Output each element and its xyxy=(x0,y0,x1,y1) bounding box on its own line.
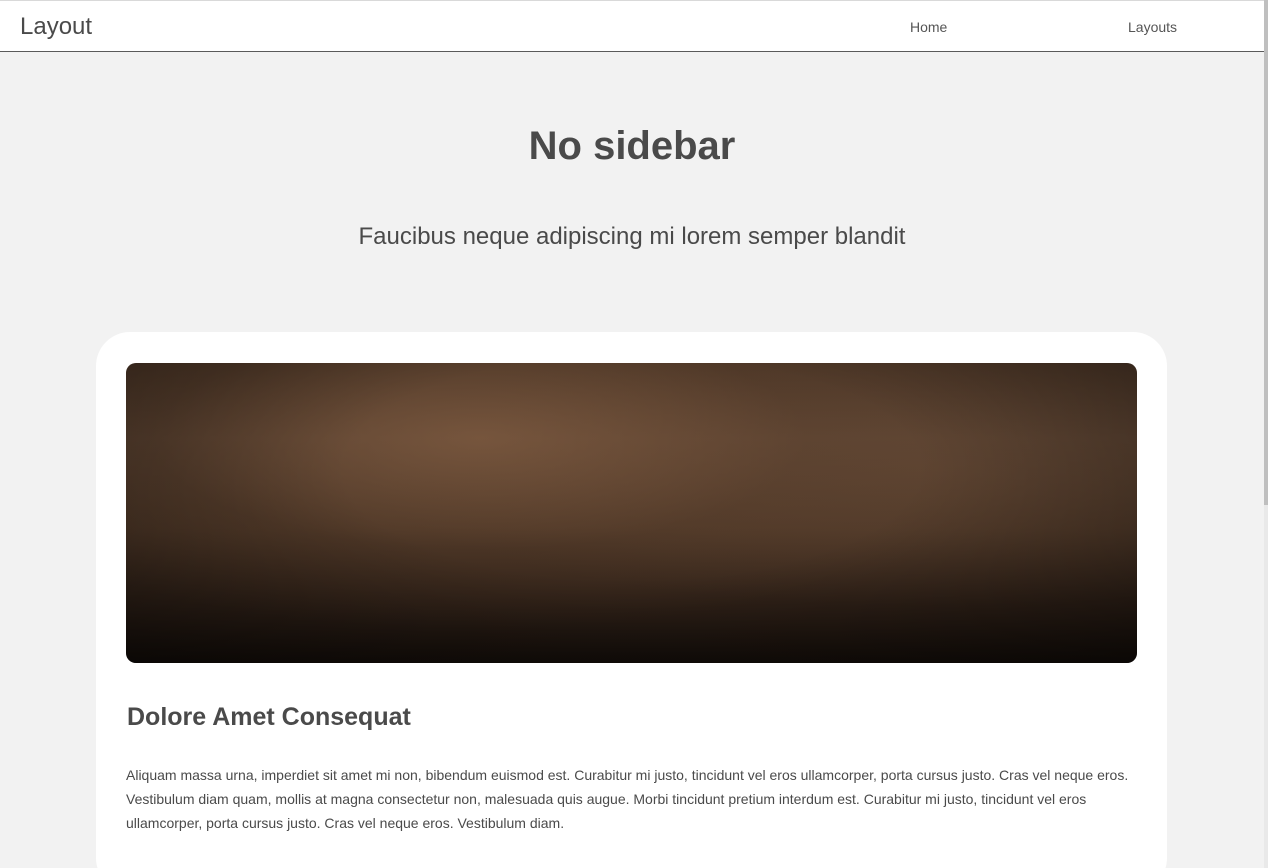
nav-link-layouts[interactable]: Layouts xyxy=(1128,19,1177,35)
page-title: No sidebar xyxy=(528,124,736,168)
page-subtitle: Faucibus neque adipiscing mi lorem sempe… xyxy=(358,223,906,250)
article-title: Dolore Amet Consequat xyxy=(127,703,411,731)
content-card: Dolore Amet Consequat Aliquam massa urna… xyxy=(96,332,1167,868)
top-navbar: Layout Home Layouts xyxy=(0,0,1264,52)
page: Layout Home Layouts No sidebar Faucibus … xyxy=(0,0,1268,868)
site-logo[interactable]: Layout xyxy=(20,13,92,41)
article-body: Aliquam massa urna, imperdiet sit amet m… xyxy=(126,767,1129,831)
vertical-scrollbar[interactable] xyxy=(1264,0,1268,868)
nav-link-home[interactable]: Home xyxy=(910,19,947,35)
scrollbar-thumb[interactable] xyxy=(1264,0,1268,505)
banner-image xyxy=(126,363,1137,663)
